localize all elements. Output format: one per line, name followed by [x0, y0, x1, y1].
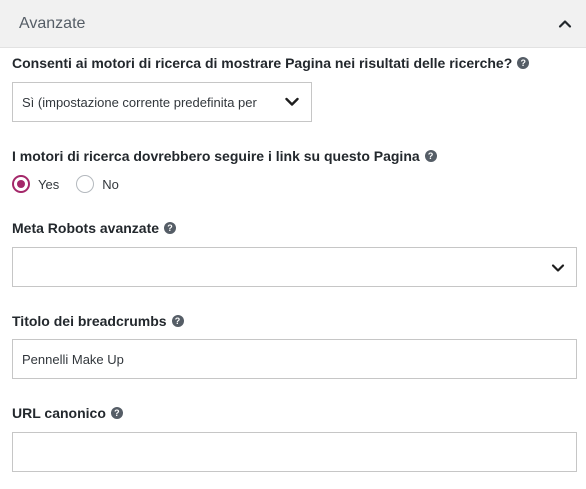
- canonical-url-label-text: URL canonico: [12, 405, 106, 421]
- chevron-down-icon: [551, 261, 565, 275]
- meta-robots-select[interactable]: [12, 247, 577, 287]
- follow-links-radio-group: Yes No: [12, 174, 136, 194]
- follow-links-yes-radio[interactable]: [12, 175, 30, 193]
- chevron-down-icon: [285, 95, 299, 109]
- breadcrumb-title-label-text: Titolo dei breadcrumbs: [12, 313, 167, 329]
- chevron-up-icon[interactable]: [558, 17, 572, 31]
- follow-links-yes-label[interactable]: Yes: [38, 177, 59, 192]
- advanced-panel-header[interactable]: Avanzate: [0, 0, 586, 48]
- search-visibility-selected-value: Sì (impostazione corrente predefinita pe…: [22, 94, 257, 110]
- follow-links-label: I motori di ricerca dovrebbero seguire i…: [12, 148, 437, 164]
- question-circle-icon[interactable]: ?: [164, 222, 177, 234]
- follow-links-no-radio[interactable]: [76, 175, 95, 193]
- meta-robots-label: Meta Robots avanzate ?: [12, 220, 177, 236]
- canonical-url-label: URL canonico ?: [12, 405, 123, 421]
- breadcrumb-title-input[interactable]: [12, 339, 577, 379]
- question-circle-icon[interactable]: ?: [110, 407, 123, 419]
- question-circle-icon[interactable]: ?: [171, 315, 184, 327]
- follow-links-label-text: I motori di ricerca dovrebbero seguire i…: [12, 148, 420, 164]
- panel-title: Avanzate: [19, 14, 86, 32]
- canonical-url-input[interactable]: [12, 432, 577, 472]
- search-visibility-select[interactable]: Sì (impostazione corrente predefinita pe…: [12, 82, 312, 122]
- search-visibility-label: Consenti ai motori di ricerca di mostrar…: [12, 55, 530, 71]
- meta-robots-label-text: Meta Robots avanzate: [12, 220, 160, 236]
- question-circle-icon[interactable]: ?: [517, 57, 530, 69]
- radio-checked-dot: [17, 180, 25, 188]
- breadcrumb-title-label: Titolo dei breadcrumbs ?: [12, 313, 184, 329]
- follow-links-no-label[interactable]: No: [102, 177, 119, 192]
- search-visibility-label-text: Consenti ai motori di ricerca di mostrar…: [12, 55, 513, 71]
- question-circle-icon[interactable]: ?: [424, 150, 437, 162]
